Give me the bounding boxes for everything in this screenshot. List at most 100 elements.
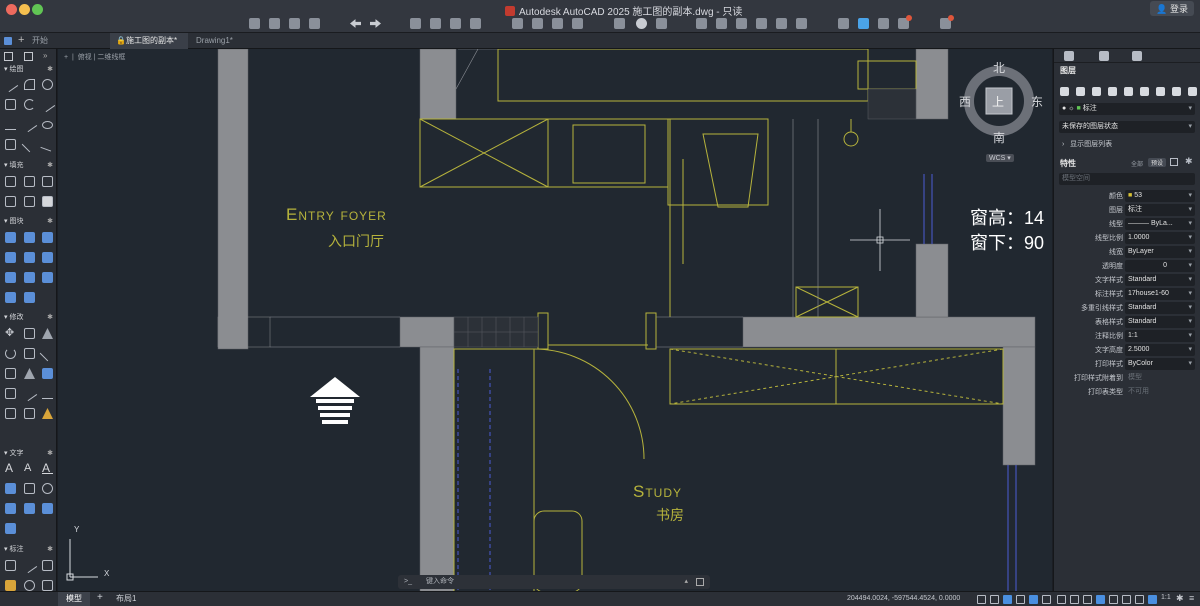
array-icon[interactable] — [42, 368, 53, 379]
save-icon[interactable] — [289, 18, 300, 29]
compass-east[interactable]: 东 — [1031, 93, 1043, 110]
scale-icon[interactable] — [5, 368, 16, 379]
section-hatch[interactable]: ▾ 填充 ✱ — [0, 161, 57, 171]
prop-row-layer[interactable]: 图层 标注 — [1054, 203, 1200, 217]
gradient-icon[interactable] — [24, 176, 35, 187]
boundary-icon[interactable] — [42, 176, 53, 187]
lineweight-icon[interactable] — [1057, 595, 1066, 604]
layout-icon-2[interactable] — [532, 18, 543, 29]
polyline-icon[interactable] — [24, 79, 35, 90]
sheet-set-icon[interactable] — [838, 18, 849, 29]
command-input[interactable]: 键入命令 — [426, 575, 454, 589]
mtext-icon[interactable]: A — [5, 462, 16, 474]
ellipse-icon[interactable] — [42, 121, 53, 129]
share-icon[interactable] — [858, 18, 869, 29]
new-layer-icon[interactable] — [1060, 87, 1069, 96]
aligned-dim-icon[interactable] — [21, 557, 38, 574]
prop-row-linetype[interactable]: 线型 ——— ByLa... — [1054, 217, 1200, 231]
grid-icon[interactable] — [977, 595, 986, 604]
join-icon[interactable] — [24, 408, 35, 419]
xline-icon[interactable] — [21, 136, 38, 153]
markup-icon[interactable] — [898, 15, 912, 29]
prop-row-linetype-scale[interactable]: 线型比例 1.0000 — [1054, 231, 1200, 245]
blocks-tab-icon[interactable] — [1099, 51, 1109, 61]
image-icon[interactable] — [42, 196, 53, 207]
layout1-tab[interactable]: 布局1 — [108, 592, 144, 606]
section-text[interactable]: ▾ 文字 ✱ — [0, 449, 57, 459]
command-history-icon[interactable]: ▴ — [684, 575, 688, 589]
plot-icon[interactable] — [410, 18, 421, 29]
current-layer-select[interactable]: ● ☼ ■ 标注 ▾ — [1059, 103, 1195, 115]
measure-icon[interactable] — [716, 18, 727, 29]
block-tools-icon[interactable] — [776, 18, 787, 29]
open-file-icon[interactable] — [269, 18, 280, 29]
viewcube-top-label[interactable]: 上 — [992, 93, 1004, 110]
spline-icon[interactable] — [39, 96, 56, 113]
new-tab-icon[interactable]: + — [18, 34, 24, 46]
rotate-icon[interactable] — [5, 348, 16, 359]
customize-menu-icon[interactable]: ≡ — [1189, 593, 1194, 603]
save-as-icon[interactable] — [309, 18, 320, 29]
units-menu[interactable]: 1:1 — [1161, 594, 1171, 601]
plot-preview-icon[interactable] — [450, 18, 461, 29]
tab-drawing1[interactable]: Drawing1* — [190, 33, 239, 49]
palette-tab-icon-1[interactable] — [4, 52, 13, 61]
insert-block-icon[interactable] — [5, 232, 16, 243]
extend-icon[interactable] — [42, 388, 53, 399]
layer-tool-icon-6[interactable] — [1140, 87, 1149, 96]
trim-icon[interactable] — [39, 345, 56, 362]
show-layer-list-toggle[interactable]: › 显示图层列表 — [1062, 139, 1112, 149]
prop-row-transparency[interactable]: 透明度 0 — [1054, 259, 1200, 273]
minimize-window-button[interactable] — [19, 4, 30, 15]
prop-row-annotation-scale[interactable]: 注释比例 1:1 — [1054, 329, 1200, 343]
layer-tools-icon[interactable] — [756, 18, 767, 29]
region-icon[interactable] — [5, 139, 16, 150]
selection-cycling-icon[interactable] — [1083, 595, 1092, 604]
layer-state-select[interactable]: 未保存的图层状态 ▾ — [1059, 121, 1195, 133]
polar-icon[interactable] — [1016, 595, 1025, 604]
properties-filter-toggle[interactable]: 预设 — [1148, 158, 1167, 167]
base-point-icon[interactable] — [5, 292, 16, 303]
compass-north[interactable]: 北 — [993, 59, 1005, 76]
continue-dim-icon[interactable] — [42, 580, 53, 591]
annotation-visibility-icon[interactable] — [1096, 595, 1105, 604]
redo-icon[interactable] — [370, 19, 381, 28]
zoom-text-icon[interactable] — [42, 483, 53, 494]
xref-tab-icon[interactable] — [1132, 51, 1142, 61]
prop-row-dim-style[interactable]: 标注样式 17house1-60 — [1054, 287, 1200, 301]
section-modify[interactable]: ▾ 修改 ✱ — [0, 313, 57, 323]
snap-icon[interactable] — [990, 595, 999, 604]
quick-calc-icon[interactable] — [736, 18, 747, 29]
annotation-monitor-icon[interactable] — [1148, 595, 1157, 604]
spell-check-icon[interactable] — [24, 483, 35, 494]
status-gear-icon[interactable]: ✱ — [1176, 593, 1184, 604]
layer-tool-icon-2[interactable] — [1076, 87, 1085, 96]
radius-dim-icon[interactable] — [24, 580, 35, 591]
orbit-icon[interactable] — [656, 18, 667, 29]
grid-menu-icon[interactable] — [4, 37, 12, 45]
properties-all-toggle[interactable]: 全部 — [1131, 159, 1143, 168]
palette-expand-icon[interactable]: » — [43, 51, 47, 60]
publish-icon[interactable] — [470, 18, 481, 29]
command-customize-icon[interactable] — [696, 578, 704, 586]
osnap-icon[interactable] — [1029, 595, 1038, 604]
attsync-icon[interactable] — [24, 292, 35, 303]
compass-west[interactable]: 西 — [959, 93, 971, 110]
selection-space-select[interactable]: 模型空间 — [1059, 173, 1195, 185]
write-block-icon[interactable] — [5, 272, 16, 283]
xref-icon[interactable] — [796, 18, 807, 29]
field-icon[interactable] — [5, 523, 16, 534]
layout-icon-1[interactable] — [512, 18, 523, 29]
mirror-icon[interactable] — [24, 348, 35, 359]
transparency-icon[interactable] — [1070, 595, 1079, 604]
palette-tab-icon-2[interactable] — [24, 52, 33, 61]
match-properties-icon[interactable] — [696, 18, 707, 29]
prop-row-plot-style[interactable]: 打印样式 ByColor — [1054, 357, 1200, 371]
prop-row-text-height[interactable]: 文字高度 2.5000 — [1054, 343, 1200, 357]
section-draw[interactable]: ▾ 绘图 ✱ — [0, 65, 57, 75]
stretch-icon[interactable] — [42, 328, 53, 339]
layout-icon-3[interactable] — [552, 18, 563, 29]
batch-plot-icon[interactable] — [430, 18, 441, 29]
find-text-icon[interactable] — [5, 483, 16, 494]
prop-row-color[interactable]: 颜色 ■ 53 — [1054, 189, 1200, 203]
